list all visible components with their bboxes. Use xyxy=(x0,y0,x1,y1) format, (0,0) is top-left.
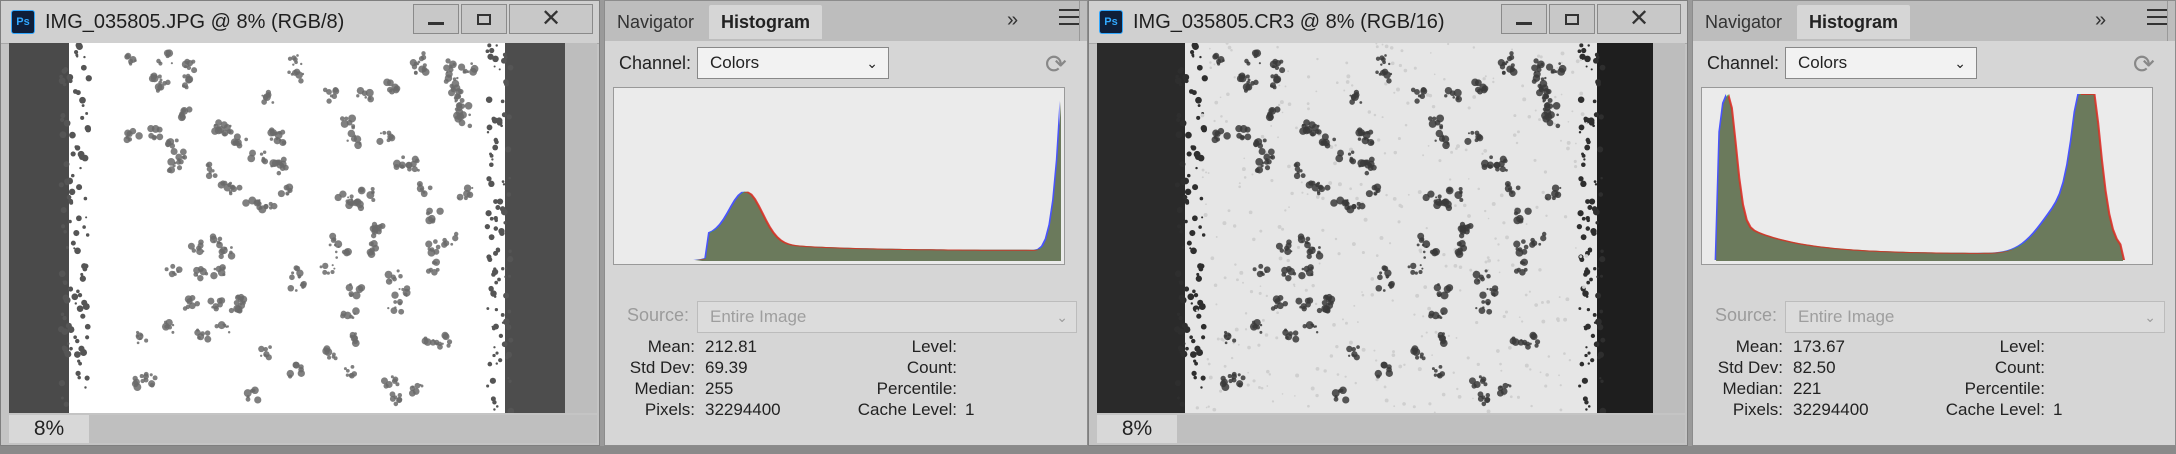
vertical-scrollbar[interactable] xyxy=(1653,43,1685,413)
cache-level-value: 1 xyxy=(965,400,975,419)
tab-histogram[interactable]: Histogram xyxy=(709,5,823,39)
panel-tab-bar: Navigator Histogram » xyxy=(1693,1,2175,41)
stddev-value: 69.39 xyxy=(705,358,748,377)
level-label: Level: xyxy=(1999,337,2045,356)
document-title: IMG_035805.CR3 @ 8% (RGB/16) xyxy=(1133,11,1445,33)
histogram-plot xyxy=(1705,94,2149,261)
mean-label: Mean: xyxy=(1735,337,1783,356)
pixels-label: Pixels: xyxy=(644,400,695,419)
image-canvas[interactable] xyxy=(9,43,565,413)
document-window[interactable]: Ps IMG_035805.JPG @ 8% (RGB/8) ✕ 8% xyxy=(0,0,600,446)
refresh-icon[interactable]: ⟳ xyxy=(1045,49,1067,80)
close-icon: ✕ xyxy=(1628,5,1650,32)
bottom-strip xyxy=(1088,446,2176,454)
document-window[interactable]: Ps IMG_035805.CR3 @ 8% (RGB/16) ✕ 8% xyxy=(1088,0,1688,446)
channel-dropdown[interactable]: Colors ⌄ xyxy=(697,47,889,79)
histogram-panel: Navigator Histogram » Channel: Colors ⌄ … xyxy=(604,0,1088,446)
level-label: Level: xyxy=(911,337,957,356)
bottom-strip xyxy=(0,446,1088,454)
status-bar: 8% xyxy=(1097,415,1685,443)
panel-tab-bar: Navigator Histogram » xyxy=(605,1,1087,41)
histogram-graph xyxy=(1701,87,2153,265)
maximize-icon xyxy=(477,13,491,25)
chevron-down-icon: ⌄ xyxy=(866,55,878,71)
cache-level-value: 1 xyxy=(2053,400,2063,419)
tab-histogram[interactable]: Histogram xyxy=(1797,5,1911,39)
stddev-value: 82.50 xyxy=(1793,358,1836,377)
stddev-label: Std Dev: xyxy=(629,358,695,377)
cache-level-label: Cache Level: xyxy=(1945,400,2045,419)
cache-level-label: Cache Level: xyxy=(857,400,957,419)
histogram-panel: Navigator Histogram » Channel: Colors ⌄ … xyxy=(1692,0,2176,446)
pixels-value: 32294400 xyxy=(705,400,781,419)
zoom-level-field[interactable]: 8% xyxy=(9,415,89,443)
source-label: Source: xyxy=(627,305,690,325)
pixels-value: 32294400 xyxy=(1793,400,1869,419)
double-chevron-right-icon[interactable]: » xyxy=(2095,9,2106,32)
channel-label: Channel: xyxy=(619,53,692,73)
tab-navigator[interactable]: Navigator xyxy=(1693,5,1794,39)
median-label: Median: xyxy=(634,379,695,398)
status-bar: 8% xyxy=(9,415,597,443)
channel-label: Channel: xyxy=(1707,53,1780,73)
document-title-bar[interactable]: Ps IMG_035805.CR3 @ 8% (RGB/16) ✕ xyxy=(1089,1,1687,44)
image-canvas[interactable] xyxy=(1097,43,1653,413)
chevron-down-icon: ⌄ xyxy=(1056,309,1068,325)
panel-menu-icon[interactable] xyxy=(1059,9,1079,25)
median-value: 221 xyxy=(1793,379,1822,398)
refresh-icon[interactable]: ⟳ xyxy=(2133,49,2155,80)
median-value: 255 xyxy=(705,379,734,398)
right-workspace: Ps IMG_035805.CR3 @ 8% (RGB/16) ✕ 8% Nav… xyxy=(1088,0,2176,454)
double-chevron-right-icon[interactable]: » xyxy=(1007,9,1018,32)
histogram-graph xyxy=(613,87,1065,265)
close-button[interactable]: ✕ xyxy=(509,4,593,34)
pixels-label: Pixels: xyxy=(1732,400,1783,419)
minimize-button[interactable] xyxy=(1501,4,1547,34)
zoom-level-field[interactable]: 8% xyxy=(1097,415,1177,443)
minimize-button[interactable] xyxy=(413,4,459,34)
source-value: Entire Image xyxy=(1798,307,1895,326)
document-title-bar[interactable]: Ps IMG_035805.JPG @ 8% (RGB/8) ✕ xyxy=(1,1,599,44)
maximize-button[interactable] xyxy=(1549,4,1595,34)
minimize-icon xyxy=(1516,21,1532,25)
mean-value: 212.81 xyxy=(705,337,757,356)
percentile-label: Percentile: xyxy=(876,379,957,398)
channel-value: Colors xyxy=(710,53,760,72)
close-icon: ✕ xyxy=(540,5,562,32)
document-title: IMG_035805.JPG @ 8% (RGB/8) xyxy=(45,11,345,33)
close-button[interactable]: ✕ xyxy=(1597,4,1681,34)
mean-label: Mean: xyxy=(647,337,695,356)
count-label: Count: xyxy=(906,358,957,377)
channel-dropdown[interactable]: Colors ⌄ xyxy=(1785,47,1977,79)
histogram-plot xyxy=(617,100,1061,261)
maximize-button[interactable] xyxy=(461,4,507,34)
image-preview xyxy=(9,43,565,413)
photoshop-icon: Ps xyxy=(11,10,35,34)
tab-navigator[interactable]: Navigator xyxy=(605,5,706,39)
panel-divider xyxy=(2167,1,2168,41)
source-dropdown[interactable]: Entire Image ⌄ xyxy=(697,301,1077,333)
photoshop-icon: Ps xyxy=(1099,10,1123,34)
chevron-down-icon: ⌄ xyxy=(2144,309,2156,325)
minimize-icon xyxy=(428,21,444,25)
maximize-icon xyxy=(1565,13,1579,25)
count-label: Count: xyxy=(1994,358,2045,377)
panel-divider xyxy=(1079,1,1080,41)
median-label: Median: xyxy=(1722,379,1783,398)
image-preview xyxy=(1097,43,1653,413)
panel-menu-icon[interactable] xyxy=(2147,9,2167,25)
chevron-down-icon: ⌄ xyxy=(1954,55,1966,71)
source-dropdown[interactable]: Entire Image ⌄ xyxy=(1785,301,2165,333)
mean-value: 173.67 xyxy=(1793,337,1845,356)
source-value: Entire Image xyxy=(710,307,807,326)
percentile-label: Percentile: xyxy=(1964,379,2045,398)
stddev-label: Std Dev: xyxy=(1717,358,1783,377)
channel-value: Colors xyxy=(1798,53,1848,72)
vertical-scrollbar[interactable] xyxy=(565,43,597,413)
source-label: Source: xyxy=(1715,305,1778,325)
left-workspace: Ps IMG_035805.JPG @ 8% (RGB/8) ✕ 8% Navi… xyxy=(0,0,1088,454)
